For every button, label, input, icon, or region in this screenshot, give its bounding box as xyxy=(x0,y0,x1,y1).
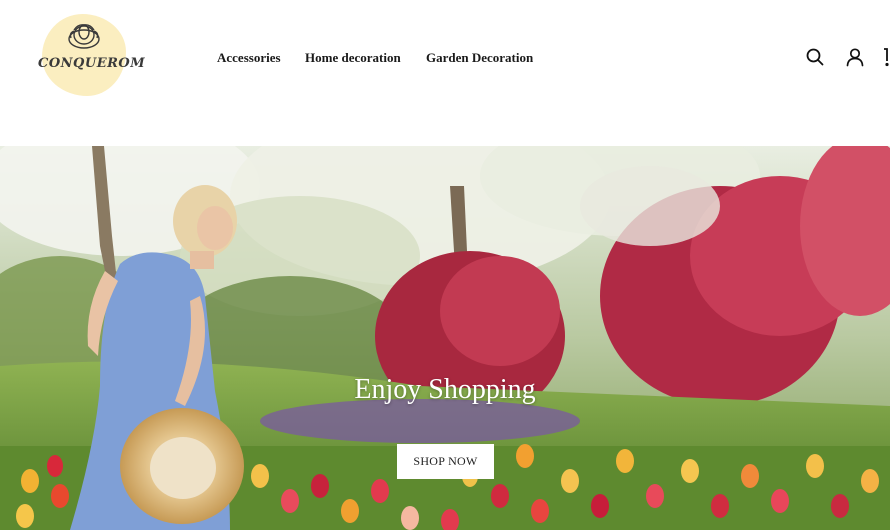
brand-name: CONQUEROM xyxy=(38,56,146,71)
site-header: CONQUEROM Accessories Home decoration Ga… xyxy=(0,0,890,146)
shop-now-button[interactable]: SHOP NOW xyxy=(397,444,494,479)
nav-item-accessories[interactable]: Accessories xyxy=(217,50,281,66)
hero-title: Enjoy Shopping xyxy=(354,374,536,405)
cart-icon[interactable] xyxy=(883,47,890,67)
user-icon[interactable] xyxy=(845,47,865,67)
brand-logo[interactable]: CONQUEROM xyxy=(38,14,146,98)
hero-banner: Enjoy Shopping SHOP NOW xyxy=(0,146,890,530)
nav-item-home-decoration[interactable]: Home decoration xyxy=(305,50,401,66)
flower-icon xyxy=(68,24,100,49)
nav-item-garden-decoration[interactable]: Garden Decoration xyxy=(426,50,533,66)
search-icon[interactable] xyxy=(805,47,825,67)
